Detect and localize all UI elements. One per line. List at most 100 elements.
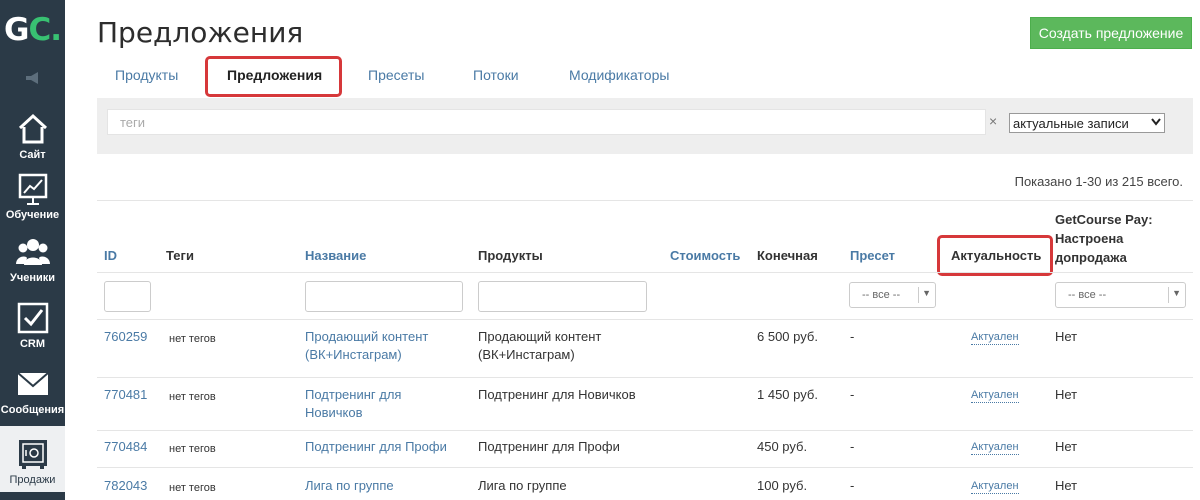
row-pay-upsell: Нет [1055,387,1078,402]
row-products-line: Лига по группе [478,478,567,493]
create-offer-button[interactable]: Создать предложение [1030,17,1192,49]
pagination-summary: Показано 1-30 из 215 всего. [1014,174,1183,189]
products-filter-input[interactable] [478,281,647,312]
gc-logo[interactable]: GC. [0,0,65,60]
logo-letter-g: G [4,12,29,48]
caret-down-icon: ▼ [1172,288,1181,298]
row-preset: - [850,478,855,493]
row-tags: нет тегов [169,333,216,345]
row-products-line: Подтренинг для Профи [478,439,620,454]
row-preset: - [850,329,855,344]
row-name[interactable]: Продающий контент (ВК+Инстаграм) [305,328,428,364]
row-name-line: Лига по группе [305,478,394,493]
divider [918,287,919,303]
row-name-line: Подтренинг для [305,387,402,402]
sidebar-item-site[interactable]: Сайт [0,103,65,167]
row-pay-upsell: Нет [1055,329,1078,344]
sidebar-collapse-toggle[interactable] [0,64,65,92]
row-tags: нет тегов [169,482,216,494]
sidebar-item-label: Продажи [9,474,56,486]
header-line: Настроена [1055,231,1124,246]
column-header-name[interactable]: Название [305,248,366,263]
tags-search-input[interactable] [107,109,986,135]
sidebar: GC. Сайт Обучение Ученики CRM Сообщения … [0,0,65,500]
home-icon [16,112,50,146]
row-actuality-toggle[interactable]: Актуален [971,480,1019,494]
divider [97,272,1193,273]
checkbox-icon [16,301,50,335]
row-final-price: 6 500 руб. [757,329,818,344]
column-header-products: Продукты [478,248,543,263]
logo-dot: . [50,12,62,48]
envelope-icon [16,367,50,401]
sidebar-item-training[interactable]: Обучение [0,163,65,227]
preset-filter-select[interactable]: -- все -- ▼ [849,282,936,308]
row-products: Подтренинг для Профи [478,438,620,456]
sidebar-item-label: CRM [19,338,46,350]
sidebar-item-sales[interactable]: Продажи [0,426,65,492]
row-final-price: 100 руб. [757,478,808,493]
users-icon [15,235,50,269]
row-id[interactable]: 782043 [104,477,147,495]
divider [1168,287,1169,303]
row-id[interactable]: 770481 [104,386,147,404]
row-products: Лига по группе [478,477,567,495]
divider [97,377,1193,378]
sidebar-item-students[interactable]: Ученики [0,226,65,290]
column-header-preset[interactable]: Пресет [850,248,895,263]
active-tab-highlight [205,56,342,97]
row-id[interactable]: 760259 [104,328,147,346]
row-name[interactable]: Лига по группе [305,477,394,495]
row-name-line: Продающий контент [305,329,429,344]
sidebar-item-label: Сообщения [0,404,65,416]
pay-filter-select[interactable]: -- все -- ▼ [1055,282,1186,308]
chevron-down-icon [1151,117,1161,129]
caret-down-icon: ▼ [922,288,931,298]
row-products: Подтренинг для Новичков [478,386,636,404]
header-line: допродажа [1055,250,1127,265]
sidebar-item-crm[interactable]: CRM [0,292,65,356]
row-actuality-toggle[interactable]: Актуален [971,389,1019,403]
row-pay-upsell: Нет [1055,478,1078,493]
row-products-line: Подтренинг для Новичков [478,387,636,402]
row-name-line: Новичков [305,405,363,420]
chart-board-icon [16,172,50,206]
tab-streams[interactable]: Потоки [473,60,519,92]
row-actuality-toggle[interactable]: Актуален [971,441,1019,455]
row-pay-upsell: Нет [1055,439,1078,454]
row-final-price: 1 450 руб. [757,387,818,402]
name-filter-input[interactable] [305,281,463,312]
row-actuality-toggle[interactable]: Актуален [971,331,1019,345]
pay-filter-value: -- все -- [1068,289,1107,301]
row-products-line: (ВК+Инстаграм) [478,347,575,362]
actuality-highlight [937,235,1053,276]
divider [97,319,1193,320]
records-status-select[interactable]: актуальные записи [1009,113,1165,133]
column-header-id[interactable]: ID [104,248,117,263]
column-header-cost[interactable]: Стоимость [670,248,740,263]
safe-icon [16,437,50,471]
row-final-price: 450 руб. [757,439,808,454]
sidebar-item-messages[interactable]: Сообщения [0,358,65,422]
row-id[interactable]: 770484 [104,438,147,456]
megaphone-icon [25,72,38,84]
id-filter-input[interactable] [104,281,151,312]
tab-presets[interactable]: Пресеты [368,60,424,92]
row-name-line: Подтренинг для Профи [305,439,447,454]
row-tags: нет тегов [169,391,216,403]
row-name-line: (ВК+Инстаграм) [305,347,402,362]
divider [97,200,1193,201]
row-name[interactable]: Подтренинг для Профи [305,438,447,456]
divider [97,430,1193,431]
tab-modifiers[interactable]: Модификаторы [569,60,669,92]
column-header-getcourse-pay: GetCourse Pay: Настроена допродажа [1055,210,1153,267]
clear-tags-icon[interactable]: × [989,113,997,129]
column-header-tags: Теги [166,248,194,263]
row-name[interactable]: Подтренинг для Новичков [305,386,401,422]
tab-products[interactable]: Продукты [115,60,178,92]
sidebar-item-label: Ученики [9,272,56,284]
sidebar-item-label: Обучение [5,209,60,221]
row-tags: нет тегов [169,443,216,455]
column-header-final: Конечная [757,248,818,263]
row-products: Продающий контент (ВК+Инстаграм) [478,328,601,364]
